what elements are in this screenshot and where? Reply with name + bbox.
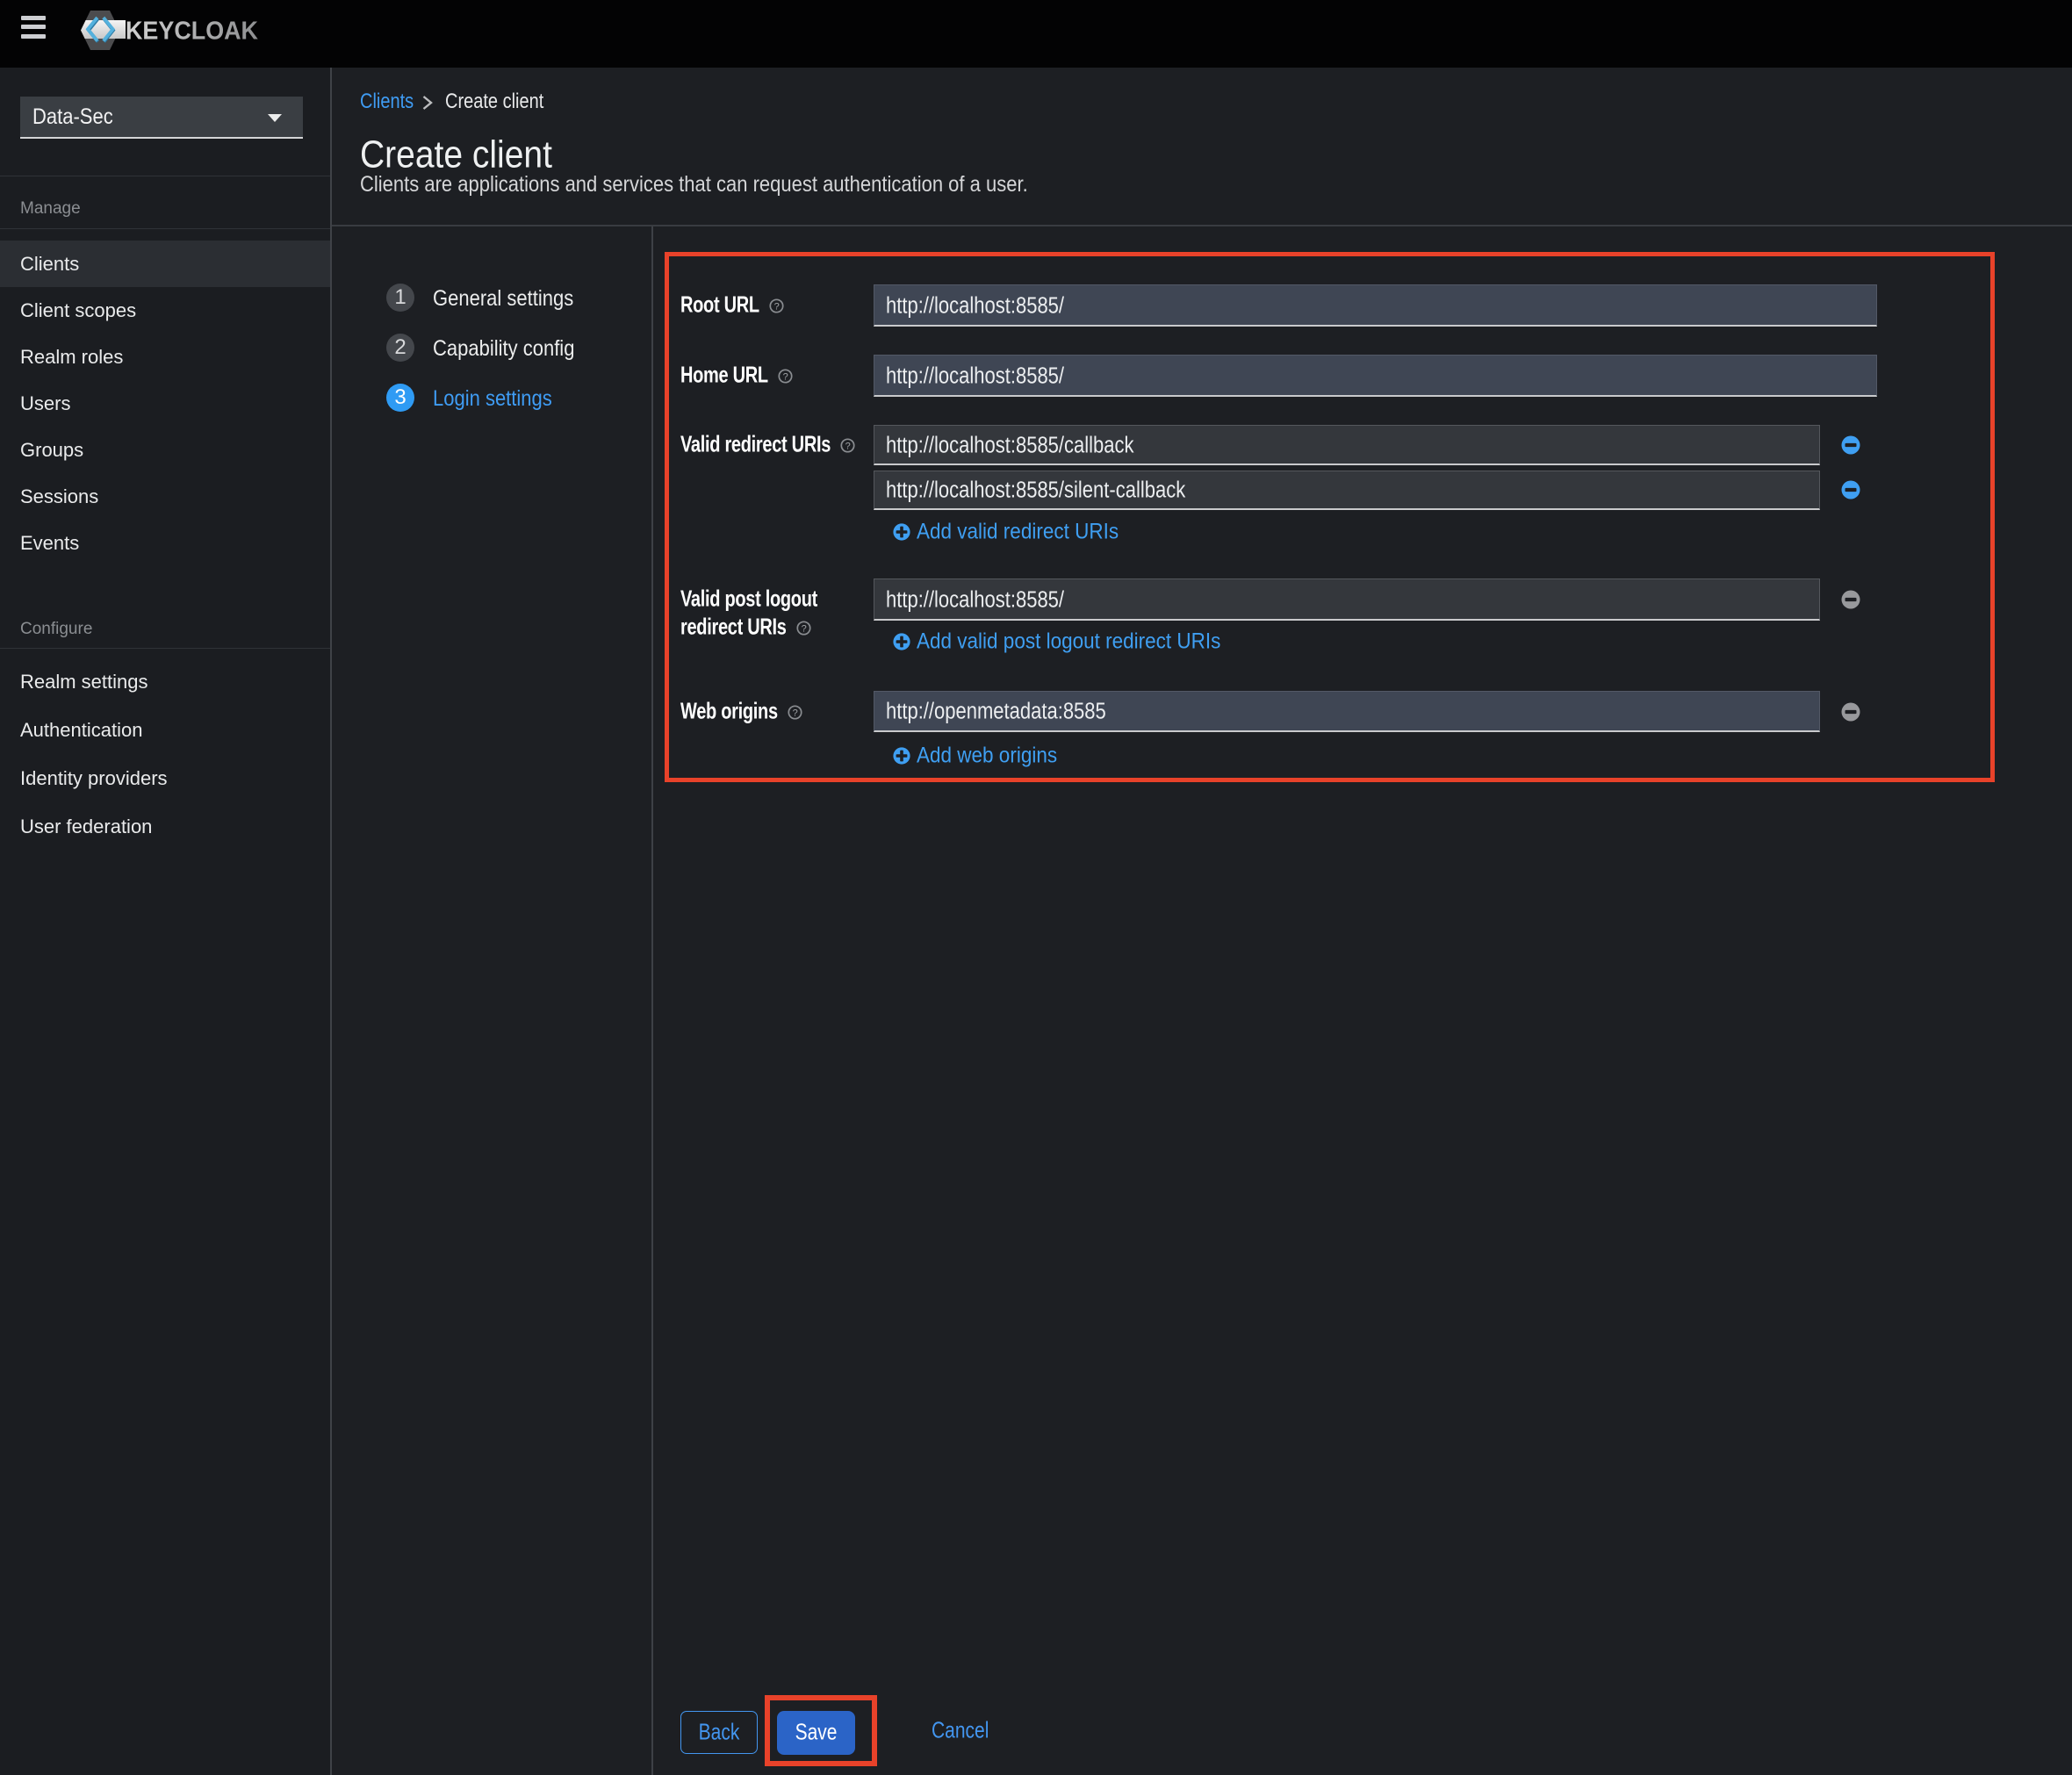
svg-text:KEYCLOAK: KEYCLOAK [126, 18, 258, 46]
